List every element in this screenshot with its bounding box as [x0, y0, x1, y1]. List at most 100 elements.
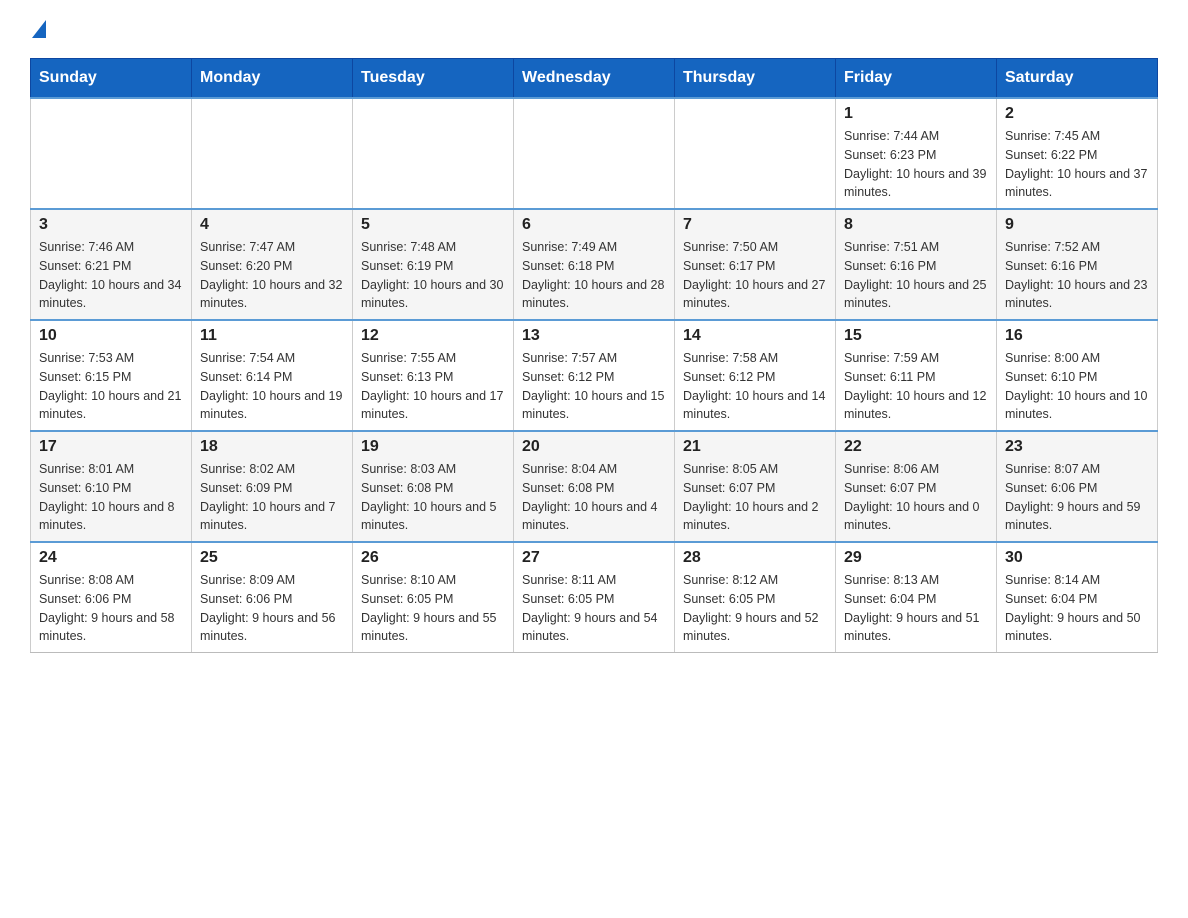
calendar-cell: 7 Sunrise: 7:50 AMSunset: 6:17 PMDaylight…: [675, 209, 836, 320]
day-info: Sunrise: 7:47 AMSunset: 6:20 PMDaylight:…: [200, 238, 344, 313]
calendar-cell: 22 Sunrise: 8:06 AMSunset: 6:07 PMDayligh…: [836, 431, 997, 542]
calendar-cell: 9 Sunrise: 7:52 AMSunset: 6:16 PMDaylight…: [997, 209, 1158, 320]
calendar-cell: 23 Sunrise: 8:07 AMSunset: 6:06 PMDayligh…: [997, 431, 1158, 542]
day-info: Sunrise: 7:45 AMSunset: 6:22 PMDaylight:…: [1005, 127, 1149, 202]
day-info: Sunrise: 8:08 AMSunset: 6:06 PMDaylight:…: [39, 571, 183, 646]
calendar-cell: [514, 98, 675, 209]
header-wednesday: Wednesday: [514, 59, 675, 99]
day-number: 14: [683, 327, 827, 345]
day-number: 28: [683, 549, 827, 567]
calendar-cell: 24 Sunrise: 8:08 AMSunset: 6:06 PMDayligh…: [31, 542, 192, 653]
day-number: 10: [39, 327, 183, 345]
calendar-cell: 26 Sunrise: 8:10 AMSunset: 6:05 PMDayligh…: [353, 542, 514, 653]
day-info: Sunrise: 7:51 AMSunset: 6:16 PMDaylight:…: [844, 238, 988, 313]
day-number: 29: [844, 549, 988, 567]
week-row-0: 1Sunrise: 7:44 AMSunset: 6:23 PMDaylight…: [31, 98, 1158, 209]
calendar-cell: 10 Sunrise: 7:53 AMSunset: 6:15 PMDayligh…: [31, 320, 192, 431]
day-number: 11: [200, 327, 344, 345]
calendar-cell: [192, 98, 353, 209]
page-header: [30, 20, 1158, 38]
calendar-cell: 1Sunrise: 7:44 AMSunset: 6:23 PMDaylight…: [836, 98, 997, 209]
day-number: 17: [39, 438, 183, 456]
day-info: Sunrise: 7:44 AMSunset: 6:23 PMDaylight:…: [844, 127, 988, 202]
calendar-cell: [31, 98, 192, 209]
calendar-cell: 20Sunrise: 8:04 AMSunset: 6:08 PMDayligh…: [514, 431, 675, 542]
header-saturday: Saturday: [997, 59, 1158, 99]
week-row-3: 17Sunrise: 8:01 AMSunset: 6:10 PMDayligh…: [31, 431, 1158, 542]
calendar-cell: 25 Sunrise: 8:09 AMSunset: 6:06 PMDayligh…: [192, 542, 353, 653]
calendar-cell: 11Sunrise: 7:54 AMSunset: 6:14 PMDayligh…: [192, 320, 353, 431]
calendar-cell: 29 Sunrise: 8:13 AMSunset: 6:04 PMDayligh…: [836, 542, 997, 653]
day-info: Sunrise: 8:14 AMSunset: 6:04 PMDaylight:…: [1005, 571, 1149, 646]
calendar-cell: 6Sunrise: 7:49 AMSunset: 6:18 PMDaylight…: [514, 209, 675, 320]
day-info: Sunrise: 8:10 AMSunset: 6:05 PMDaylight:…: [361, 571, 505, 646]
day-info: Sunrise: 7:53 AMSunset: 6:15 PMDaylight:…: [39, 349, 183, 424]
day-number: 23: [1005, 438, 1149, 456]
day-number: 22: [844, 438, 988, 456]
calendar-cell: 3 Sunrise: 7:46 AMSunset: 6:21 PMDaylight…: [31, 209, 192, 320]
day-number: 9: [1005, 216, 1149, 234]
day-info: Sunrise: 8:03 AMSunset: 6:08 PMDaylight:…: [361, 460, 505, 535]
day-info: Sunrise: 7:57 AMSunset: 6:12 PMDaylight:…: [522, 349, 666, 424]
logo-triangle-icon: [32, 20, 46, 38]
day-info: Sunrise: 8:05 AMSunset: 6:07 PMDaylight:…: [683, 460, 827, 535]
day-info: Sunrise: 8:02 AMSunset: 6:09 PMDaylight:…: [200, 460, 344, 535]
calendar-cell: 8 Sunrise: 7:51 AMSunset: 6:16 PMDaylight…: [836, 209, 997, 320]
day-info: Sunrise: 8:13 AMSunset: 6:04 PMDaylight:…: [844, 571, 988, 646]
day-number: 25: [200, 549, 344, 567]
header-tuesday: Tuesday: [353, 59, 514, 99]
day-info: Sunrise: 8:11 AMSunset: 6:05 PMDaylight:…: [522, 571, 666, 646]
day-number: 2: [1005, 105, 1149, 123]
calendar-cell: 30Sunrise: 8:14 AMSunset: 6:04 PMDayligh…: [997, 542, 1158, 653]
day-info: Sunrise: 8:00 AMSunset: 6:10 PMDaylight:…: [1005, 349, 1149, 424]
day-info: Sunrise: 7:52 AMSunset: 6:16 PMDaylight:…: [1005, 238, 1149, 313]
logo-text: [30, 20, 48, 38]
day-info: Sunrise: 7:58 AMSunset: 6:12 PMDaylight:…: [683, 349, 827, 424]
calendar-cell: [675, 98, 836, 209]
logo: [30, 20, 48, 38]
day-number: 8: [844, 216, 988, 234]
day-info: Sunrise: 7:59 AMSunset: 6:11 PMDaylight:…: [844, 349, 988, 424]
calendar-cell: 15Sunrise: 7:59 AMSunset: 6:11 PMDayligh…: [836, 320, 997, 431]
day-number: 21: [683, 438, 827, 456]
day-info: Sunrise: 8:09 AMSunset: 6:06 PMDaylight:…: [200, 571, 344, 646]
calendar-cell: 12Sunrise: 7:55 AMSunset: 6:13 PMDayligh…: [353, 320, 514, 431]
calendar-cell: 14 Sunrise: 7:58 AMSunset: 6:12 PMDayligh…: [675, 320, 836, 431]
calendar-cell: 27 Sunrise: 8:11 AMSunset: 6:05 PMDayligh…: [514, 542, 675, 653]
week-row-4: 24 Sunrise: 8:08 AMSunset: 6:06 PMDayligh…: [31, 542, 1158, 653]
calendar-cell: 13 Sunrise: 7:57 AMSunset: 6:12 PMDayligh…: [514, 320, 675, 431]
day-info: Sunrise: 8:04 AMSunset: 6:08 PMDaylight:…: [522, 460, 666, 535]
calendar-cell: 28 Sunrise: 8:12 AMSunset: 6:05 PMDayligh…: [675, 542, 836, 653]
day-info: Sunrise: 7:48 AMSunset: 6:19 PMDaylight:…: [361, 238, 505, 313]
day-number: 18: [200, 438, 344, 456]
day-number: 16: [1005, 327, 1149, 345]
calendar-cell: 19Sunrise: 8:03 AMSunset: 6:08 PMDayligh…: [353, 431, 514, 542]
weekday-header-row: Sunday Monday Tuesday Wednesday Thursday…: [31, 59, 1158, 99]
calendar-cell: 4 Sunrise: 7:47 AMSunset: 6:20 PMDaylight…: [192, 209, 353, 320]
day-number: 13: [522, 327, 666, 345]
day-info: Sunrise: 8:06 AMSunset: 6:07 PMDaylight:…: [844, 460, 988, 535]
week-row-2: 10 Sunrise: 7:53 AMSunset: 6:15 PMDayligh…: [31, 320, 1158, 431]
day-info: Sunrise: 7:50 AMSunset: 6:17 PMDaylight:…: [683, 238, 827, 313]
week-row-1: 3 Sunrise: 7:46 AMSunset: 6:21 PMDaylight…: [31, 209, 1158, 320]
day-number: 5: [361, 216, 505, 234]
day-number: 7: [683, 216, 827, 234]
day-info: Sunrise: 8:12 AMSunset: 6:05 PMDaylight:…: [683, 571, 827, 646]
day-number: 4: [200, 216, 344, 234]
header-sunday: Sunday: [31, 59, 192, 99]
calendar-cell: 16 Sunrise: 8:00 AMSunset: 6:10 PMDayligh…: [997, 320, 1158, 431]
day-info: Sunrise: 7:55 AMSunset: 6:13 PMDaylight:…: [361, 349, 505, 424]
day-number: 24: [39, 549, 183, 567]
calendar-cell: 5 Sunrise: 7:48 AMSunset: 6:19 PMDaylight…: [353, 209, 514, 320]
day-number: 27: [522, 549, 666, 567]
header-friday: Friday: [836, 59, 997, 99]
day-number: 26: [361, 549, 505, 567]
day-info: Sunrise: 7:46 AMSunset: 6:21 PMDaylight:…: [39, 238, 183, 313]
header-thursday: Thursday: [675, 59, 836, 99]
day-info: Sunrise: 7:49 AMSunset: 6:18 PMDaylight:…: [522, 238, 666, 313]
day-number: 3: [39, 216, 183, 234]
calendar-cell: 2 Sunrise: 7:45 AMSunset: 6:22 PMDaylight…: [997, 98, 1158, 209]
header-monday: Monday: [192, 59, 353, 99]
calendar-cell: 21 Sunrise: 8:05 AMSunset: 6:07 PMDayligh…: [675, 431, 836, 542]
day-info: Sunrise: 8:07 AMSunset: 6:06 PMDaylight:…: [1005, 460, 1149, 535]
